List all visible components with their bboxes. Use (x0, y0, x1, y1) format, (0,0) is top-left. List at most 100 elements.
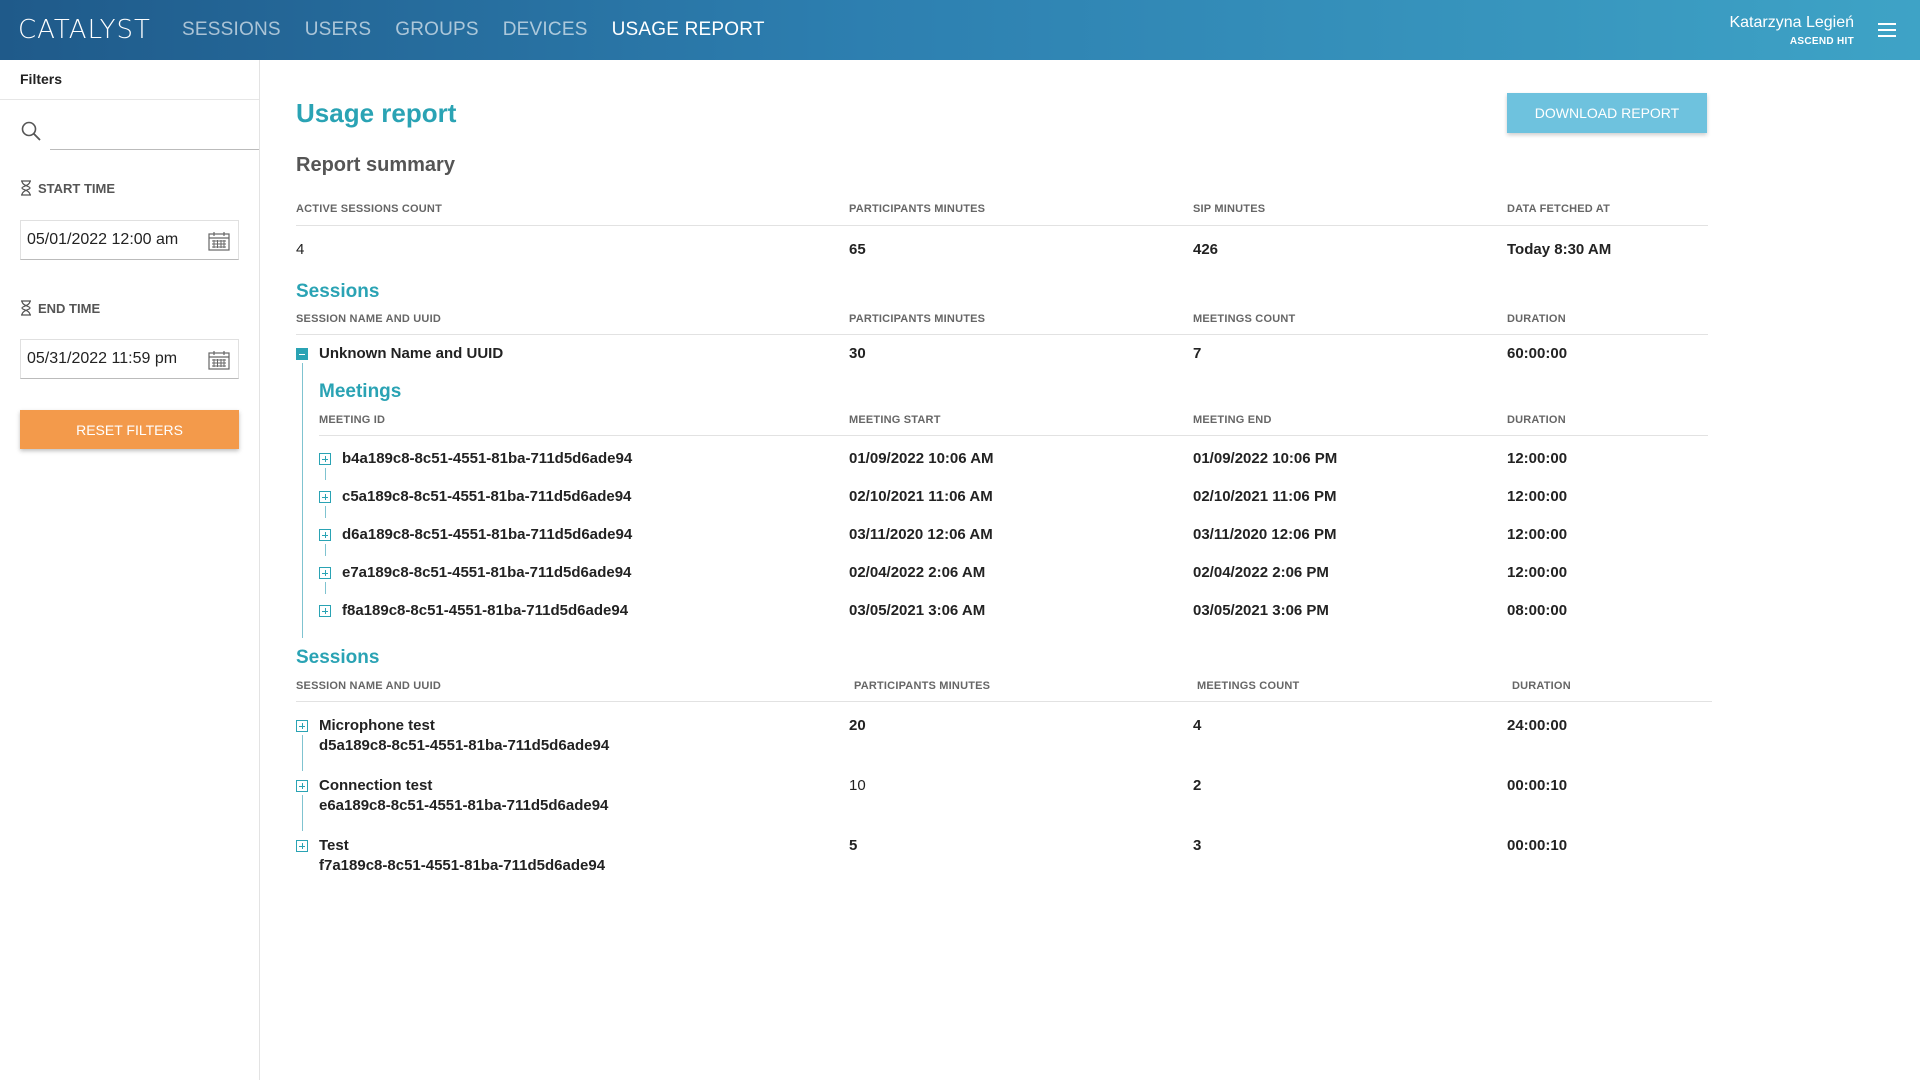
meeting-id[interactable]: b4a189c8-8c51-4551-81ba-711d5d6ade94 (342, 450, 632, 467)
plus-box-icon[interactable] (296, 840, 308, 852)
meeting-end: 03/11/2020 12:06 PM (1193, 526, 1337, 543)
end-time-text: END TIME (38, 300, 101, 316)
nav-usage-report[interactable]: USAGE REPORT (612, 19, 765, 41)
summary-data-fetched-value: Today 8:30 AM (1507, 241, 1612, 258)
sessions-header-duration: DURATION (1507, 313, 1566, 325)
calendar-icon[interactable] (208, 350, 230, 370)
search-icon (21, 121, 41, 141)
plus-box-icon[interactable] (319, 453, 331, 465)
session-count: 4 (1193, 717, 1202, 734)
top-bar: CATALYST SESSIONS USERS GROUPS DEVICES U… (0, 0, 1920, 60)
hamburger-menu-icon[interactable] (1878, 23, 1896, 37)
meetings-header-duration: DURATION (1507, 414, 1566, 426)
user-info[interactable]: Katarzyna Legień ASCEND HIT (1729, 14, 1854, 47)
meetings-title: Meetings (319, 381, 402, 402)
session-minutes: 10 (849, 777, 866, 794)
session-name[interactable]: Microphone test (319, 717, 435, 734)
session-minutes: 5 (849, 837, 858, 854)
start-time-field[interactable]: 05/01/2022 12:00 am (20, 220, 239, 260)
sessions-list-header-duration: DURATION (1512, 680, 1571, 692)
end-time-label: END TIME (20, 300, 100, 316)
sessions-list-header-count: MEETINGS COUNT (1197, 680, 1300, 692)
main-nav: SESSIONS USERS GROUPS DEVICES USAGE REPO… (182, 19, 789, 41)
nav-groups[interactable]: GROUPS (395, 19, 479, 41)
summary-participants-minutes-value: 65 (849, 241, 866, 258)
session-uuid: e6a189c8-8c51-4551-81ba-711d5d6ade94 (319, 797, 609, 814)
catalyst-logo[interactable]: CATALYST (18, 15, 168, 45)
sessions-header-minutes: PARTICIPANTS MINUTES (849, 313, 986, 325)
session-duration: 24:00:00 (1507, 717, 1568, 734)
plus-box-icon[interactable] (319, 605, 331, 617)
meeting-start: 02/10/2021 11:06 AM (849, 488, 993, 505)
nav-sessions[interactable]: SESSIONS (182, 19, 281, 41)
tree-line (325, 582, 326, 594)
summary-sip-minutes-value: 426 (1193, 241, 1219, 258)
divider (319, 435, 1708, 436)
calendar-icon[interactable] (208, 231, 230, 251)
search-input[interactable] (50, 114, 259, 150)
meeting-end: 01/09/2022 10:06 PM (1193, 450, 1338, 467)
summary-header-data-fetched: DATA FETCHED AT (1507, 203, 1611, 215)
meeting-id[interactable]: c5a189c8-8c51-4551-81ba-711d5d6ade94 (342, 488, 631, 505)
session-count: 3 (1193, 837, 1202, 854)
plus-box-icon[interactable] (296, 720, 308, 732)
filters-sidebar: Filters START TIME 05/01/2022 12:00 am E… (0, 60, 260, 1080)
end-time-value: 05/31/2022 11:59 pm (27, 350, 178, 367)
report-summary-title: Report summary (296, 154, 455, 176)
meeting-duration: 12:00:00 (1507, 526, 1568, 543)
minus-box-icon[interactable] (296, 348, 308, 360)
divider (296, 701, 1712, 702)
sessions-list-title: Sessions (296, 647, 380, 668)
session-count: 2 (1193, 777, 1202, 794)
plus-box-icon[interactable] (319, 567, 331, 579)
meeting-end: 02/04/2022 2:06 PM (1193, 564, 1329, 581)
meetings-header-end: MEETING END (1193, 414, 1272, 426)
session-uuid: f7a189c8-8c51-4551-81ba-711d5d6ade94 (319, 857, 606, 874)
expanded-session-duration: 60:00:00 (1507, 345, 1568, 362)
tree-line (302, 795, 303, 831)
plus-box-icon[interactable] (319, 491, 331, 503)
meeting-duration: 12:00:00 (1507, 488, 1568, 505)
session-minutes: 20 (849, 717, 866, 734)
summary-header-active-sessions: ACTIVE SESSIONS COUNT (296, 203, 442, 215)
start-time-label: START TIME (20, 180, 115, 196)
tree-line (325, 506, 326, 518)
tree-line (302, 363, 303, 638)
summary-active-sessions-value: 4 (296, 241, 305, 258)
plus-box-icon[interactable] (319, 529, 331, 541)
session-uuid: d5a189c8-8c51-4551-81ba-711d5d6ade94 (319, 737, 610, 754)
filters-title: Filters (0, 60, 259, 100)
sessions-header-name: SESSION NAME AND UUID (296, 313, 441, 325)
session-name[interactable]: Test (319, 837, 349, 854)
end-time-field[interactable]: 05/31/2022 11:59 pm (20, 339, 239, 379)
meeting-id[interactable]: d6a189c8-8c51-4551-81ba-711d5d6ade94 (342, 526, 632, 543)
divider (296, 225, 1708, 226)
expanded-session-name[interactable]: Unknown Name and UUID (319, 345, 503, 362)
reset-filters-button[interactable]: RESET FILTERS (20, 410, 239, 449)
meeting-start: 01/09/2022 10:06 AM (849, 450, 994, 467)
meeting-start: 02/04/2022 2:06 AM (849, 564, 986, 581)
start-time-value: 05/01/2022 12:00 am (27, 231, 179, 248)
sessions-list-header-minutes: PARTICIPANTS MINUTES (854, 680, 991, 692)
page-title: Usage report (296, 98, 457, 128)
meetings-header-id: MEETING ID (319, 414, 386, 426)
nav-users[interactable]: USERS (305, 19, 371, 41)
sessions-title: Sessions (296, 281, 380, 302)
meeting-duration: 12:00:00 (1507, 564, 1568, 581)
tree-line (302, 735, 303, 771)
session-name[interactable]: Connection test (319, 777, 432, 794)
meeting-end: 03/05/2021 3:06 PM (1193, 602, 1329, 619)
nav-devices[interactable]: DEVICES (503, 19, 588, 41)
meeting-id[interactable]: e7a189c8-8c51-4551-81ba-711d5d6ade94 (342, 564, 631, 581)
meeting-id[interactable]: f8a189c8-8c51-4551-81ba-711d5d6ade94 (342, 602, 628, 619)
hourglass-icon (21, 300, 31, 316)
divider (296, 334, 1708, 335)
plus-box-icon[interactable] (296, 780, 308, 792)
tree-line (325, 468, 326, 480)
start-time-text: START TIME (38, 180, 116, 196)
meetings-header-start: MEETING START (849, 414, 941, 426)
hourglass-icon (21, 180, 31, 196)
meeting-duration: 08:00:00 (1507, 602, 1568, 619)
download-report-button[interactable]: DOWNLOAD REPORT (1507, 93, 1707, 133)
meeting-start: 03/11/2020 12:06 AM (849, 526, 993, 543)
